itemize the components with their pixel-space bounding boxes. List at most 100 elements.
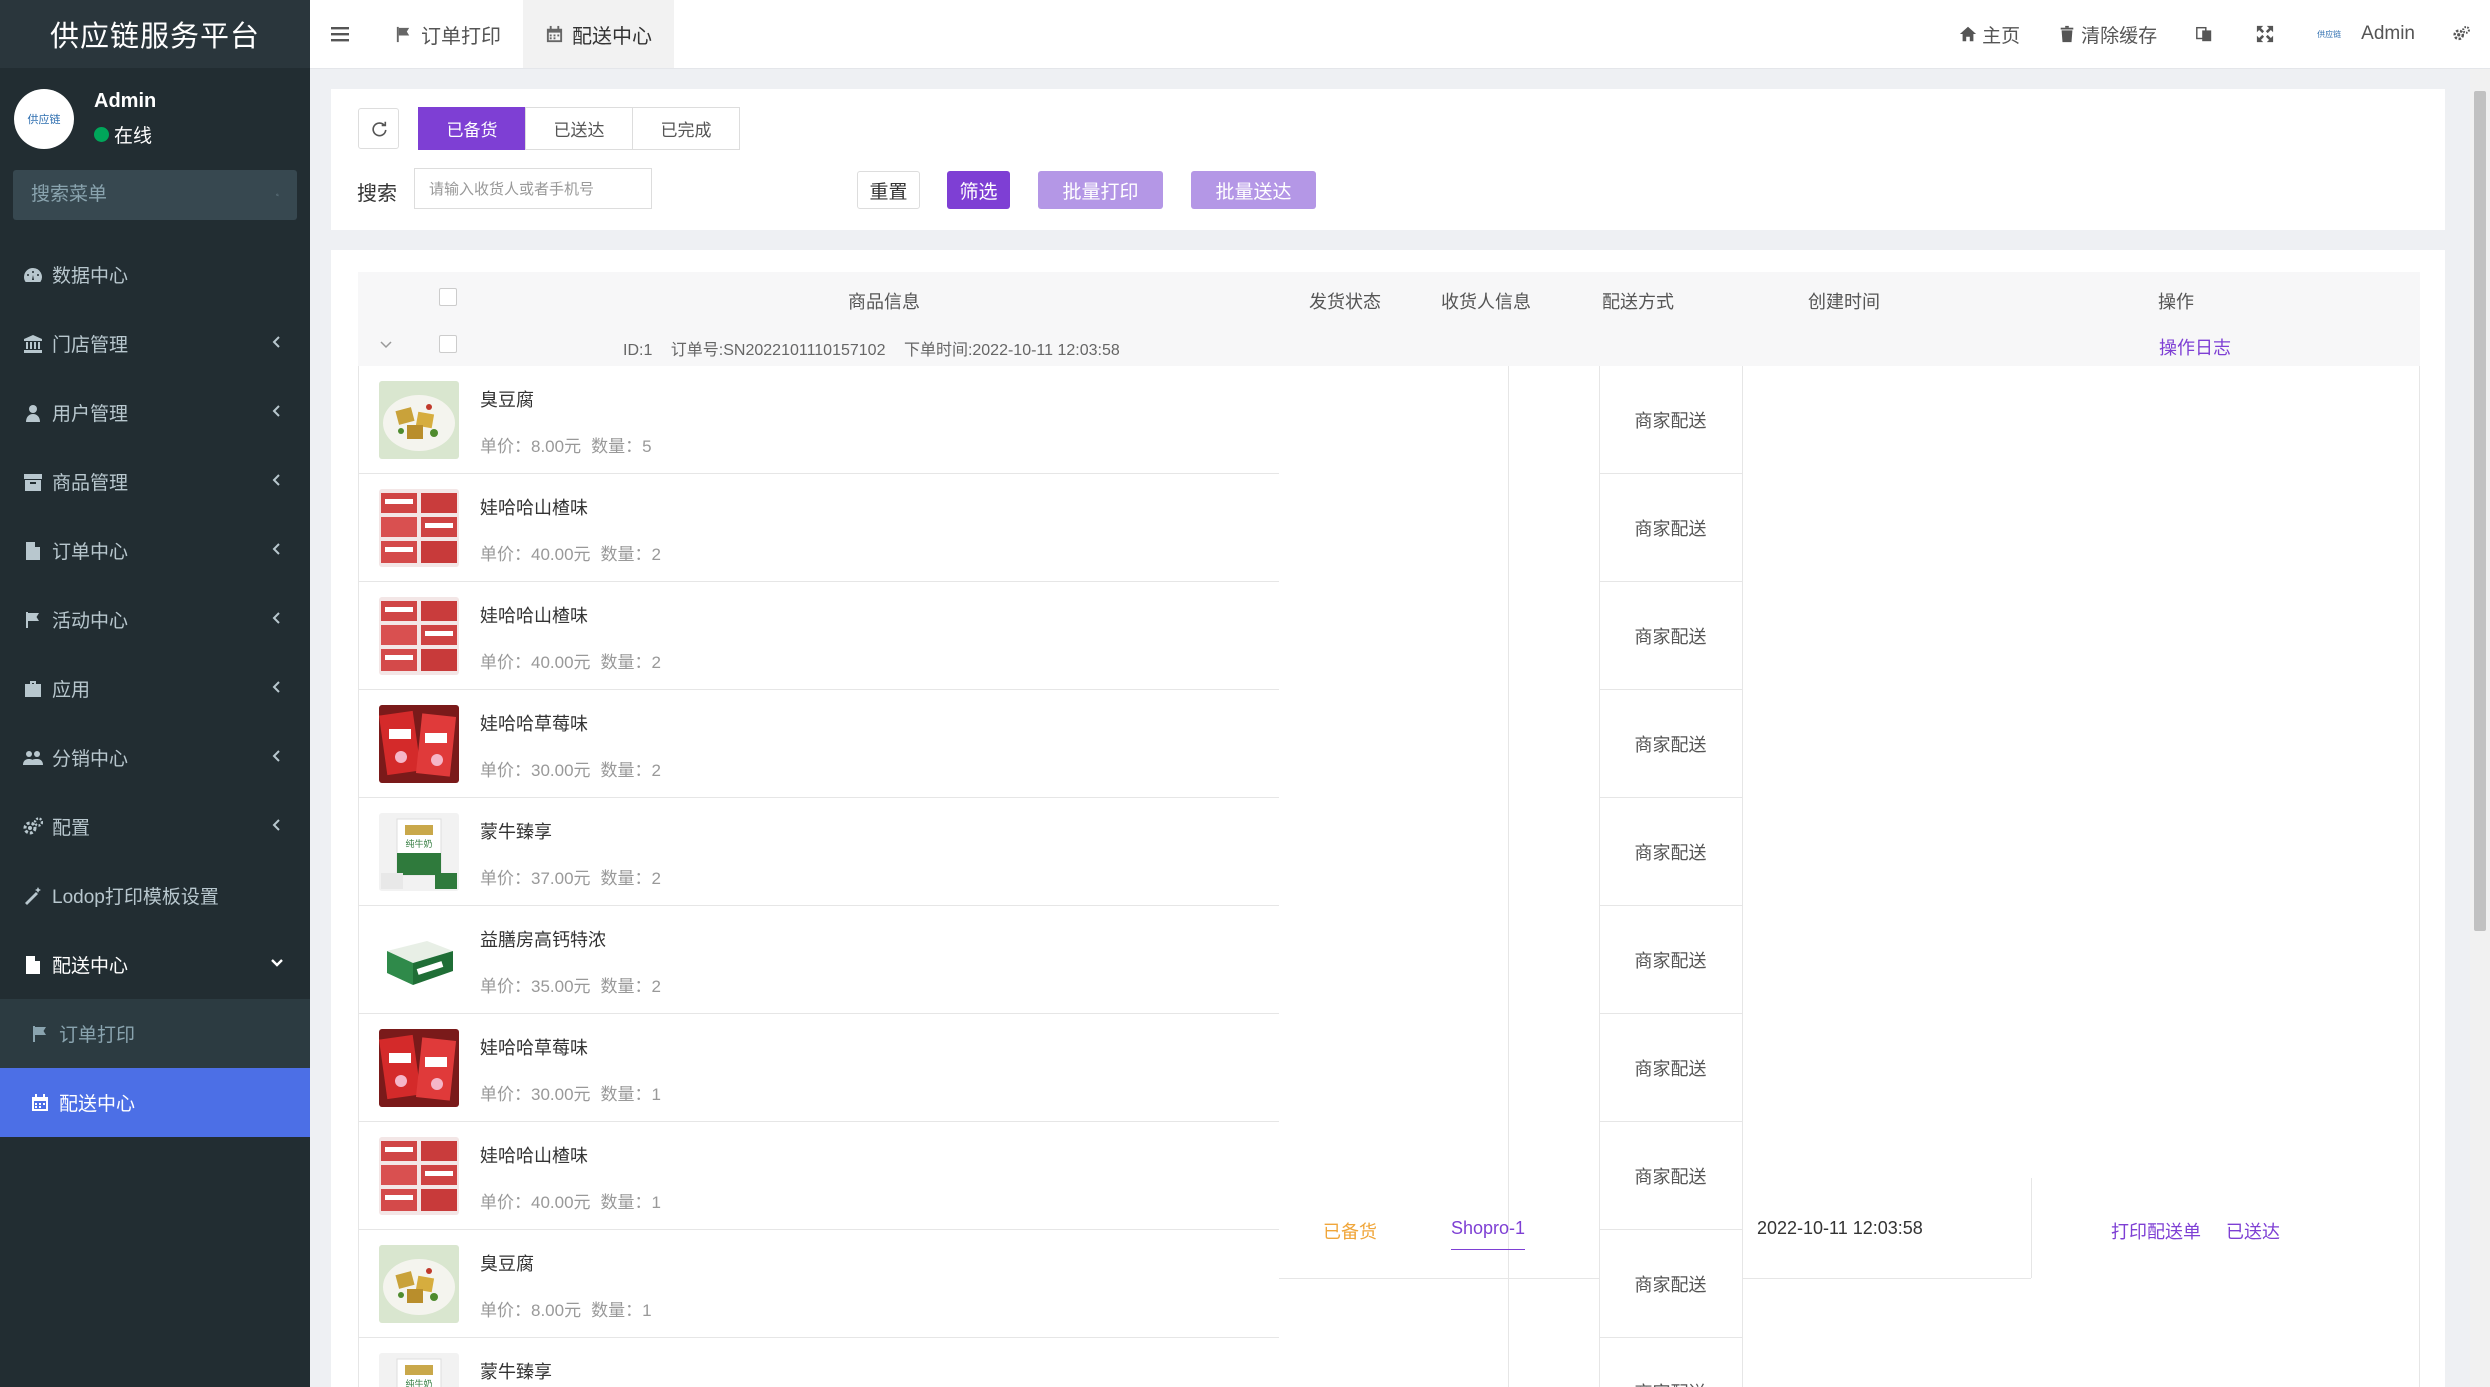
product-price: 单价：37.00元 [480,869,591,888]
brand-title[interactable]: 供应链服务平台 [0,0,310,68]
product-thumbnail[interactable] [379,381,459,459]
language-button[interactable] [2195,25,2218,43]
select-all-checkbox[interactable] [439,288,457,306]
operation-log-link[interactable]: 操作日志 [2159,334,2231,360]
product-meta: 单价：8.00元 数量：1 [480,1296,662,1321]
sidebar-item-2[interactable]: 用户管理 [0,378,310,447]
clear-cache-label: 清除缓存 [2081,25,2158,47]
product-meta: 单价：30.00元 数量：1 [480,1080,671,1105]
order-checkbox[interactable] [439,335,457,353]
refresh-button[interactable] [358,108,399,149]
product-price: 单价：40.00元 [480,1193,591,1212]
clear-cache-button[interactable]: 清除缓存 [2058,21,2157,48]
product-meta: 单价：35.00元 数量：2 [480,972,671,997]
header-receiver-info: 收货人信息 [1441,292,1531,312]
tab-delivery-center[interactable]: 配送中心 [523,0,674,68]
sidebar-item-4[interactable]: 订单中心 [0,516,310,585]
sidebar-item-9[interactable]: Lodop打印模板设置 [0,861,310,930]
status-tab-stocked[interactable]: 已备货 [418,107,526,150]
product-thumbnail[interactable] [379,1029,459,1107]
cogs-icon [23,816,43,834]
product-price: 单价：35.00元 [480,977,591,996]
admin-logo: 供应链 [2317,29,2342,39]
product-thumbnail[interactable] [379,1137,459,1215]
status-tab-delivered[interactable]: 已送达 [525,107,633,150]
svg-text:纯牛奶: 纯牛奶 [405,838,432,850]
admin-menu[interactable]: 供应链 Admin [2317,23,2415,45]
sidebar-toggle[interactable] [310,0,372,68]
product-name: 娃哈哈山楂味 [480,606,588,626]
chevron-down-icon[interactable] [379,340,393,350]
home-link[interactable]: 主页 [1959,21,2020,48]
user-panel: 供应链 Admin 在线 [0,68,310,170]
batch-print-button[interactable]: 批量打印 [1038,171,1163,209]
sidebar-item-5[interactable]: 活动中心 [0,585,310,654]
product-thumbnail[interactable] [379,489,459,567]
product-thumbnail[interactable]: 纯牛奶 [379,1353,459,1387]
product-price: 单价：30.00元 [480,1085,591,1104]
receiver-search-input[interactable]: 请输入收货人或者手机号 [414,168,652,209]
calendar-icon [32,1093,48,1111]
order-no: 订单号:SN2022101110157102 [670,342,886,359]
order-info: ID:1 订单号:SN2022101110157102 下单时间:2022-10… [623,336,1120,360]
receiver-link[interactable]: Shopro-1 [1451,1218,1526,1250]
delivery-method: 商家配送 [1634,842,1707,863]
mark-delivered-link[interactable]: 已送达 [2226,1218,2280,1244]
users-icon [23,750,43,765]
refresh-icon [371,121,387,136]
order-id: ID:1 [623,342,653,359]
print-delivery-note-link[interactable]: 打印配送单 [2111,1218,2201,1244]
filter-panel: 已备货 已送达 已完成 搜索 请输入收货人或者手机号 重置 筛选 批量打印 批量… [331,89,2445,230]
sidebar-item-label: 订单中心 [52,542,129,563]
product-thumbnail[interactable] [379,1245,459,1323]
ship-status-text: 已备货 [1323,1222,1377,1242]
home-icon [1960,26,1977,42]
user-status-text: 在线 [114,126,153,147]
filter-button[interactable]: 筛选 [947,171,1010,209]
product-name: 娃哈哈草莓味 [480,1038,588,1058]
tab-order-print[interactable]: 订单打印 [372,0,523,68]
status-tab-completed[interactable]: 已完成 [632,107,740,150]
sidebar-item-3[interactable]: 商品管理 [0,447,310,516]
delivery-method: 商家配送 [1634,1274,1707,1295]
tab-label: 订单打印 [421,25,501,48]
header-created-time: 创建时间 [1808,292,1880,312]
settings-button[interactable] [2453,25,2476,43]
row-divider [1742,1278,2031,1279]
delivery-method: 商家配送 [1634,950,1707,971]
product-name: 益膳房高钙特浓 [480,930,606,950]
file-icon [26,955,40,974]
sidebar-item-8[interactable]: 配置 [0,792,310,861]
sidebar-item-0[interactable]: 数据中心 [0,240,310,309]
product-qty: 数量：2 [600,869,662,888]
sidebar-item-label: 分销中心 [52,749,129,770]
menu-search-input[interactable] [31,184,276,206]
product-name: 娃哈哈草莓味 [480,714,588,734]
batch-deliver-button[interactable]: 批量送达 [1191,171,1316,209]
sidebar-item-7[interactable]: 分销中心 [0,723,310,792]
product-thumbnail[interactable] [379,921,459,999]
page-scrollbar[interactable] [2470,69,2490,1387]
trash-icon [2060,25,2074,43]
fullscreen-button[interactable] [2256,25,2279,43]
submenu-item-0[interactable]: 订单打印 [0,999,310,1068]
product-thumbnail[interactable] [379,597,459,675]
search-icon[interactable] [276,184,279,206]
scrollbar-thumb[interactable] [2474,91,2486,931]
user-name: Admin [94,90,157,112]
product-qty: 数量：2 [600,977,662,996]
chevron-left-icon [272,750,280,762]
product-name: 臭豆腐 [480,1254,534,1274]
submenu-item-1[interactable]: 配送中心 [0,1068,310,1137]
bank-icon [24,334,42,353]
product-thumbnail[interactable] [379,705,459,783]
product-qty: 数量：2 [600,653,662,672]
sidebar-item-10[interactable]: 配送中心 [0,930,310,999]
delivery-method: 商家配送 [1635,1379,1707,1387]
sidebar-item-6[interactable]: 应用 [0,654,310,723]
sidebar-item-1[interactable]: 门店管理 [0,309,310,378]
header-ship-status: 发货状态 [1309,292,1381,312]
avatar-text: 供应链 [27,114,61,126]
reset-button[interactable]: 重置 [857,171,920,209]
product-thumbnail[interactable]: 纯牛奶 [379,813,459,891]
